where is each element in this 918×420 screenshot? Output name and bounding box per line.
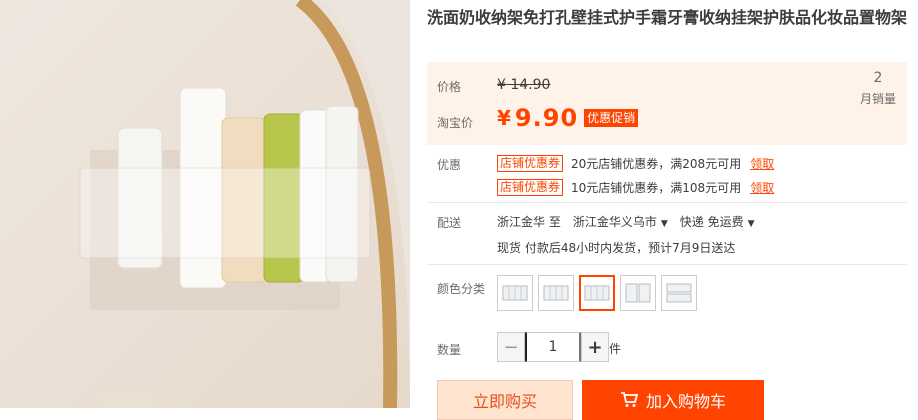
chevron-down-icon: ▼ [747,219,755,229]
color-option[interactable] [620,275,656,311]
divider [427,264,907,265]
shipping-info: 浙江金华 至 浙江金华义乌市 ▼ 快递 免运费 ▼ [497,213,755,230]
claim-coupon-link[interactable]: 领取 [750,179,774,196]
delivery-note: 现货 付款后48小时内发货，预计7月9日送达 [497,241,736,255]
coupon-label: 优惠 [437,158,462,172]
promo-badge: 优惠促销 [584,109,639,127]
add-to-cart-button[interactable]: 加入购物车 [582,380,764,420]
buy-now-button[interactable]: 立即购买 [437,380,573,420]
color-option[interactable] [661,275,697,311]
color-label: 颜色分类 [437,282,486,296]
decrease-button[interactable]: − [497,332,525,362]
price-panel: 价格 ¥ 14.90 淘宝价 ¥ 9.90 优惠促销 2 月销量 [427,62,907,145]
original-price: ¥ 14.90 [497,77,551,93]
current-price-value: 9.90 [514,104,579,132]
holder-thumbnail-icon [543,285,569,301]
ship-from: 浙江金华 至 [497,215,561,229]
color-option-selected[interactable] [579,275,615,311]
chevron-down-icon: ▼ [660,219,668,229]
holder-thumbnail-icon [584,285,610,301]
ship-destination-select[interactable]: 浙江金华义乌市 ▼ [573,213,668,230]
increase-button[interactable]: + [581,332,609,362]
divider [427,202,907,203]
coupon-row: 店铺优惠券 20元店铺优惠券，满208元可用 领取 [497,154,774,172]
coupon-tag: 店铺优惠券 [497,178,564,196]
sales-count: 2 [873,70,883,86]
monthly-sales: 2 月销量 [849,70,907,107]
coupon-row: 店铺优惠券 10元店铺优惠券，满108元可用 领取 [497,178,774,196]
current-price: ¥ 9.90 优惠促销 [497,104,639,132]
sales-label: 月销量 [859,92,896,106]
claim-coupon-link[interactable]: 领取 [750,155,774,172]
price-label: 价格 [437,80,462,94]
color-option[interactable] [538,275,574,311]
quantity-label: 数量 [437,343,462,357]
coupon-desc: 10元店铺优惠券，满108元可用 [571,180,742,195]
product-image[interactable] [0,0,410,408]
quantity-unit: 件 [609,342,622,356]
ship-destination: 浙江金华义乌市 [572,215,657,229]
add-to-cart-label: 加入购物车 [645,392,726,411]
color-option[interactable] [497,275,533,311]
quantity-input[interactable] [525,332,581,362]
coupon-desc: 20元店铺优惠券，满208元可用 [571,156,742,171]
ship-method-select[interactable]: 快递 免运费 ▼ [680,213,755,230]
ship-method: 快递 免运费 [679,215,744,229]
holder-thumbnail-icon [625,283,651,303]
cart-icon [620,392,638,408]
quantity-stepper: − + [497,332,609,362]
shipping-label: 配送 [437,216,462,230]
promo-price-label: 淘宝价 [437,116,474,130]
holder-thumbnail-icon [666,283,692,303]
currency-symbol: ¥ [497,106,511,130]
coupon-tag: 店铺优惠券 [497,154,564,172]
holder-thumbnail-icon [502,285,528,301]
product-title: 洗面奶收纳架免打孔壁挂式护手霜牙膏收纳挂架护肤品化妆品置物架 [427,8,908,27]
